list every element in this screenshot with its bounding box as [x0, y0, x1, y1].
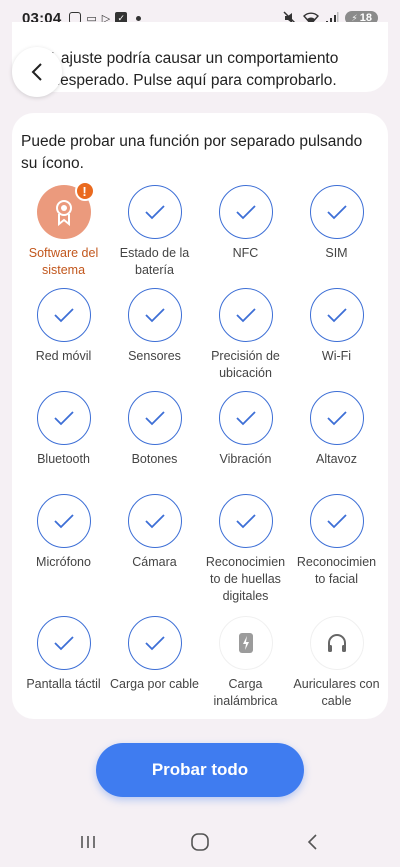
- test-item[interactable]: NFC: [200, 185, 291, 288]
- check-icon: [144, 205, 165, 220]
- test-item[interactable]: Estado de la batería: [109, 185, 200, 288]
- test-item[interactable]: Sensores: [109, 288, 200, 391]
- warning-card[interactable]: 1 ajuste podría causar un comportamiento…: [12, 22, 388, 92]
- test-passed-button[interactable]: [36, 288, 91, 342]
- check-icon: [144, 636, 165, 651]
- wireless-charging-icon: [238, 633, 253, 653]
- test-warning-button[interactable]: !: [36, 181, 95, 239]
- warning-text: 1 ajuste podría causar un comportamiento…: [48, 50, 339, 89]
- check-icon: [235, 308, 256, 323]
- check-icon: [53, 308, 74, 323]
- back-button[interactable]: [12, 47, 62, 97]
- test-item[interactable]: Altavoz: [291, 391, 382, 494]
- test-item-label: Auriculares con cable: [293, 677, 380, 708]
- test-passed-button[interactable]: [127, 185, 182, 239]
- check-icon: [53, 514, 74, 529]
- back-icon[interactable]: [292, 827, 332, 857]
- check-icon: [144, 411, 165, 426]
- test-passed-button[interactable]: [127, 616, 182, 670]
- check-icon: [326, 514, 347, 529]
- test-passed-button[interactable]: [127, 391, 182, 445]
- test-passed-button[interactable]: [309, 288, 364, 342]
- check-icon: [235, 205, 256, 220]
- test-item[interactable]: Wi-Fi: [291, 288, 382, 391]
- tests-intro: Puede probar una función por separado pu…: [21, 133, 363, 172]
- test-item[interactable]: Carga por cable: [109, 616, 200, 716]
- test-passed-button[interactable]: [36, 616, 91, 670]
- tests-card: Puede probar una función por separado pu…: [12, 113, 388, 719]
- test-item[interactable]: Carga inalámbrica: [200, 616, 291, 716]
- test-item-label: Wi-Fi: [321, 349, 352, 363]
- test-item-label: Carga por cable: [110, 677, 199, 691]
- check-icon: [326, 411, 347, 426]
- dot-icon: [136, 15, 142, 21]
- test-item-label: Precisión de ubicación: [211, 349, 280, 380]
- test-item-label: Botones: [131, 452, 178, 466]
- test-passed-button[interactable]: [36, 391, 91, 445]
- test-item[interactable]: Bluetooth: [18, 391, 109, 494]
- check-icon: [144, 308, 165, 323]
- home-icon[interactable]: [180, 827, 220, 857]
- test-passed-button[interactable]: [218, 494, 273, 548]
- headphones-icon: [327, 634, 346, 652]
- test-item[interactable]: Red móvil: [18, 288, 109, 391]
- test-item-label: NFC: [232, 246, 259, 260]
- test-passed-button[interactable]: [218, 288, 273, 342]
- test-item-label: Software del sistema: [28, 246, 99, 277]
- test-grid: ! Software del sistema Estado de la baterí…: [12, 181, 388, 716]
- test-item-label: Reconocimien to facial: [296, 555, 377, 586]
- test-passed-button[interactable]: [309, 391, 364, 445]
- test-item[interactable]: Cámara: [109, 494, 200, 616]
- test-item[interactable]: ! Software del sistema: [18, 181, 109, 288]
- test-item[interactable]: SIM: [291, 185, 382, 288]
- test-item[interactable]: Auriculares con cable: [291, 616, 382, 716]
- test-item-label: Cámara: [132, 555, 177, 569]
- check-icon: [235, 514, 256, 529]
- test-passed-button[interactable]: [127, 288, 182, 342]
- test-item-label: Sensores: [128, 349, 181, 363]
- alert-badge: !: [74, 181, 95, 201]
- test-item[interactable]: Vibración: [200, 391, 291, 494]
- test-item[interactable]: Reconocimien to facial: [291, 494, 382, 616]
- navigation-bar: [0, 815, 400, 867]
- system-software-icon: [55, 200, 72, 226]
- diagnostics-screen: 03:04 ▭ ▷ ✓ ⚡ 18 1 ajuste podría causar …: [0, 0, 400, 867]
- test-passed-button[interactable]: [36, 494, 91, 548]
- test-item-label: Pantalla táctil: [26, 677, 101, 691]
- test-passed-button[interactable]: [218, 391, 273, 445]
- check-icon: [53, 636, 74, 651]
- check-icon: [53, 411, 74, 426]
- test-passed-button[interactable]: [218, 185, 273, 239]
- test-item-label: Estado de la batería: [119, 246, 190, 277]
- test-item-label: Vibración: [219, 452, 272, 466]
- test-item-label: Altavoz: [316, 452, 357, 466]
- test-item[interactable]: Micrófono: [18, 494, 109, 616]
- test-pending-button[interactable]: [309, 616, 364, 670]
- test-item-label: Reconocimien to de huellas digitales: [205, 555, 286, 603]
- test-item[interactable]: Precisión de ubicación: [200, 288, 291, 391]
- check-icon: [326, 205, 347, 220]
- chevron-left-icon: [31, 63, 42, 81]
- test-item-label: Bluetooth: [37, 452, 90, 466]
- test-all-button[interactable]: Probar todo: [96, 743, 304, 797]
- test-passed-button[interactable]: [127, 494, 182, 548]
- test-item[interactable]: Botones: [109, 391, 200, 494]
- test-passed-button[interactable]: [309, 185, 364, 239]
- test-item-label: Red móvil: [35, 349, 92, 363]
- check-icon: [235, 411, 256, 426]
- recent-apps-icon[interactable]: [68, 827, 108, 857]
- test-item-label: Micrófono: [36, 555, 91, 569]
- test-passed-button[interactable]: [309, 494, 364, 548]
- test-item-label: SIM: [325, 246, 348, 260]
- test-pending-button[interactable]: [218, 616, 273, 670]
- check-icon: [326, 308, 347, 323]
- test-item[interactable]: Pantalla táctil: [18, 616, 109, 716]
- test-item[interactable]: Reconocimien to de huellas digitales: [200, 494, 291, 616]
- check-icon: [144, 514, 165, 529]
- test-item-label: Carga inalámbrica: [213, 677, 278, 708]
